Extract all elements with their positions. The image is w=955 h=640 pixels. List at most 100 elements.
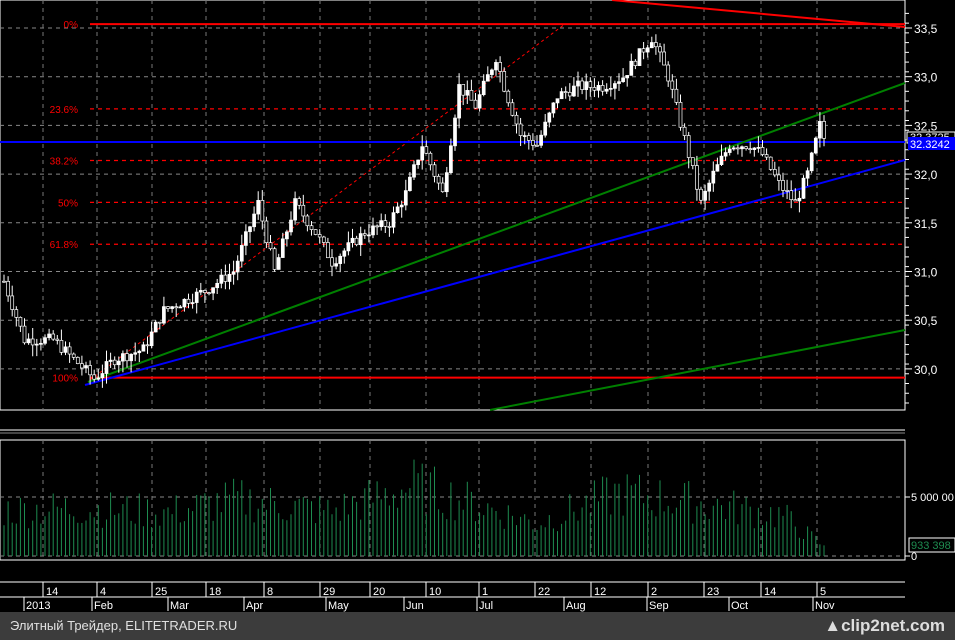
candle-body [153, 321, 158, 333]
month-label: Oct [731, 600, 748, 612]
month-label: Aug [566, 600, 586, 612]
candle-body [649, 42, 654, 49]
date-tick-label: 29 [323, 586, 335, 598]
candle-body [182, 298, 187, 308]
cursor-price-label: 32.3242 [910, 139, 950, 151]
last-volume-label: 933 398 [911, 540, 951, 552]
candle-body [170, 306, 174, 309]
candle-body [670, 80, 675, 90]
candle-body [440, 182, 445, 193]
stock-chart: 33,533,032,532,031,531,030,530,014 4 25 18 8… [0, 0, 955, 612]
candle-body [129, 353, 133, 362]
month-label: 2013 [26, 600, 50, 612]
candle-body [621, 77, 625, 83]
candle-body [219, 274, 224, 284]
candle-body [264, 220, 269, 243]
candle-body [39, 342, 43, 345]
candle-body [531, 140, 535, 146]
candle-body [502, 71, 507, 92]
candle-body [473, 99, 478, 109]
candle-body [59, 340, 64, 353]
candle-body [637, 48, 642, 66]
candle-body [166, 306, 170, 309]
candle-body [567, 91, 572, 97]
clip2net-logo[interactable]: ▲clip2net.com [824, 616, 945, 636]
candle-body [703, 190, 707, 201]
month-label: May [328, 600, 349, 612]
candle-body [666, 64, 671, 82]
candle-body [424, 146, 429, 154]
candle-body [104, 361, 109, 374]
candle-body [559, 91, 564, 100]
candle-body [63, 346, 68, 353]
candle-body [43, 337, 47, 344]
candle-body [157, 321, 162, 324]
candle-body [371, 225, 375, 236]
candle-body [268, 242, 273, 250]
price-panel-frame [0, 0, 906, 411]
candle-body [231, 271, 236, 275]
candle-body [121, 353, 125, 362]
candle-body [539, 134, 543, 146]
date-tick-label: 23 [707, 586, 719, 598]
candle-body [641, 48, 646, 53]
date-tick-label: 20 [373, 586, 385, 598]
candle-body [596, 85, 601, 91]
candle-body [227, 273, 232, 282]
candle-body [469, 90, 474, 101]
candle-body [313, 229, 318, 235]
candle-body [2, 280, 6, 283]
candle-body [756, 147, 761, 149]
candle-body [547, 112, 552, 123]
candle-body [760, 147, 765, 155]
candle-body [736, 147, 740, 150]
candle-body [80, 363, 84, 369]
candle-body [203, 290, 207, 293]
candle-body [625, 75, 630, 79]
candle-body [116, 360, 121, 366]
candle-body [494, 62, 498, 71]
date-tick-label: 8 [267, 586, 273, 598]
candle-body [719, 155, 724, 165]
candle-body [408, 176, 412, 191]
candle-body [412, 164, 416, 178]
month-label: Apr [246, 600, 263, 612]
candle-body [822, 121, 826, 139]
date-tick-label: 14 [764, 586, 776, 598]
volume-tick-label: 5 000 00 [911, 492, 954, 504]
candle-body [55, 338, 60, 341]
candle-body [133, 352, 138, 355]
candle-body [280, 238, 285, 258]
candle-body [674, 88, 679, 103]
candle-body [88, 365, 92, 376]
candle-body [613, 83, 617, 89]
date-tick-label: 12 [594, 586, 606, 598]
candle-body [588, 81, 593, 88]
price-tick-label: 33,0 [914, 71, 938, 85]
candle-body [334, 263, 338, 267]
candle-body [485, 74, 490, 82]
candle-body [248, 226, 252, 233]
candle-body [346, 242, 351, 252]
candle-body [416, 159, 420, 166]
candle-body [10, 295, 15, 310]
candle-body [338, 255, 343, 264]
candle-body [809, 152, 814, 172]
candle-body [305, 215, 310, 227]
candle-body [96, 377, 101, 380]
volume-tick-label: 0 [911, 551, 917, 563]
candle-body [379, 220, 384, 228]
candle-body [51, 333, 56, 340]
month-label: Mar [170, 600, 189, 612]
candle-body [194, 291, 199, 303]
candle-body [47, 333, 51, 339]
candle-body [190, 302, 195, 304]
candle-body [289, 219, 293, 233]
candle-body [276, 257, 281, 270]
candle-body [797, 197, 802, 202]
candle-body [112, 359, 117, 366]
resistance-trendline [611, 0, 906, 28]
candle-body [387, 225, 392, 228]
candle-body [498, 62, 502, 72]
candle-body [563, 91, 568, 93]
